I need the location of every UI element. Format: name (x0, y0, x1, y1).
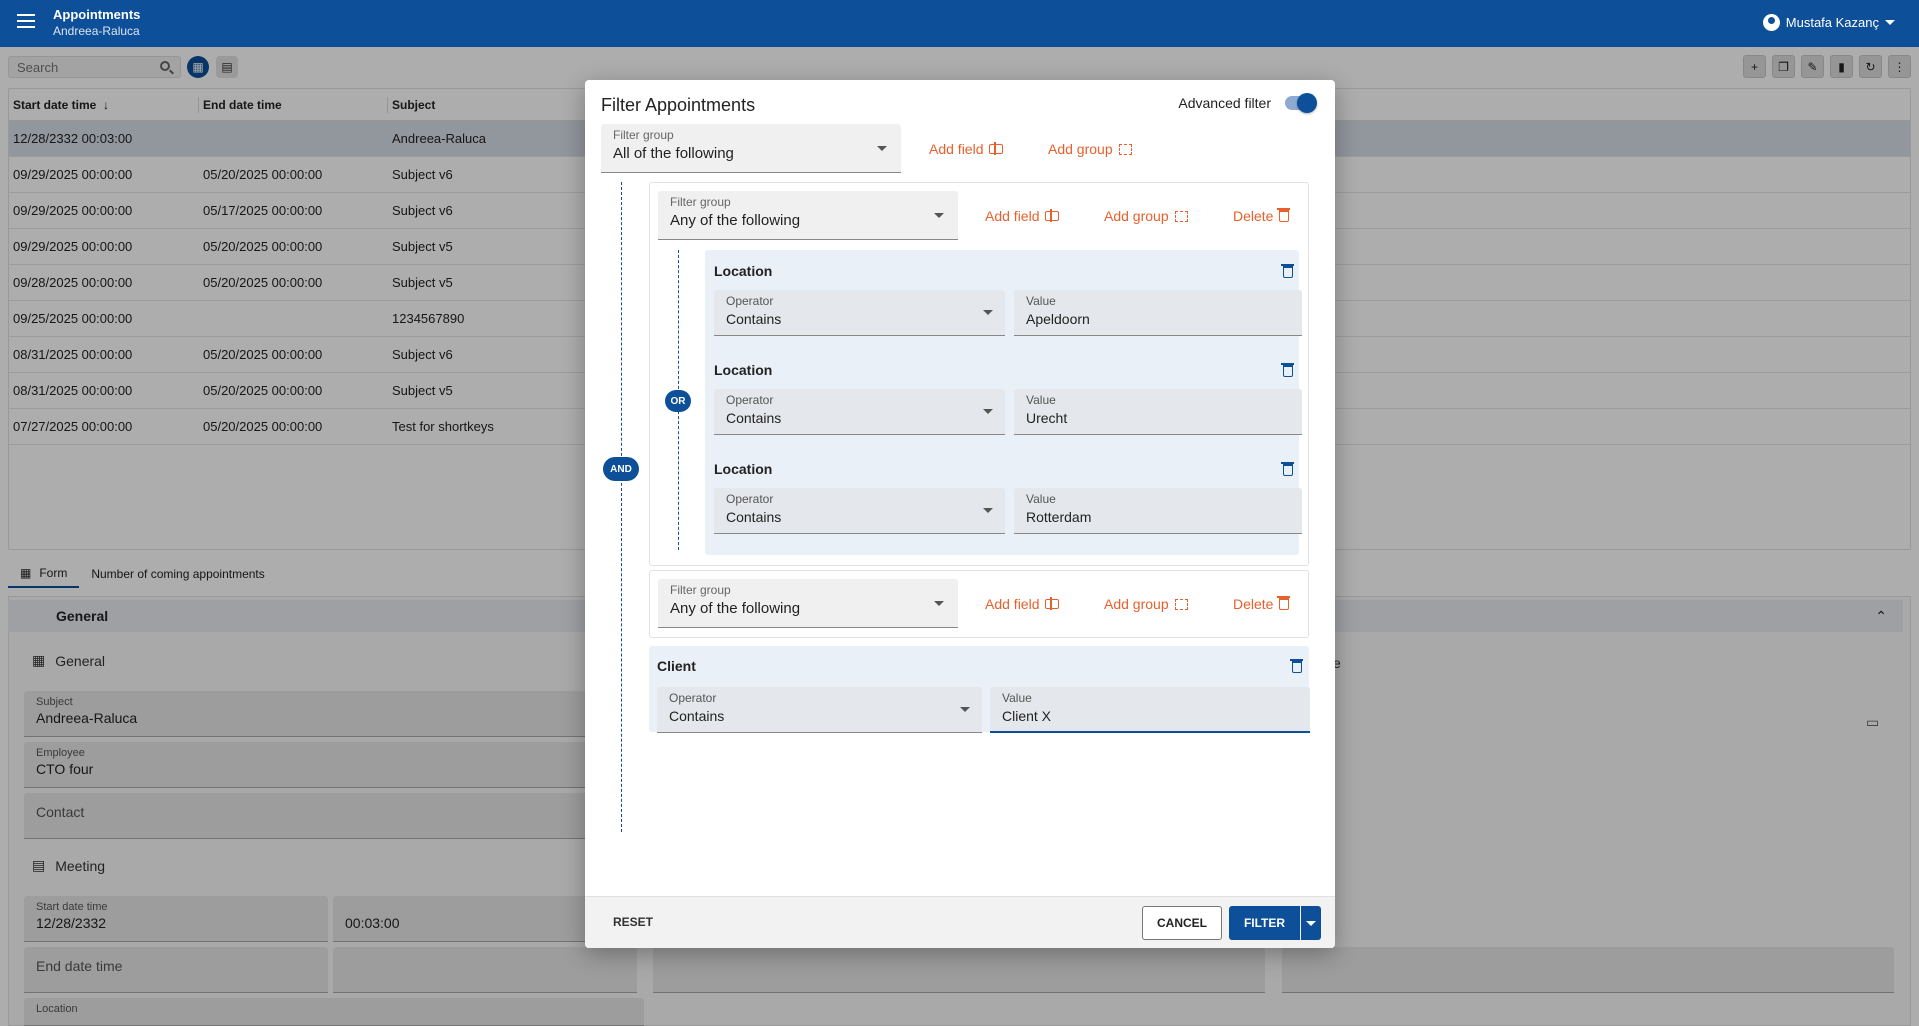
condition-field-name: Client (657, 658, 696, 674)
remove-condition-button[interactable] (1281, 462, 1294, 479)
group2-filter-select[interactable]: Filter group Any of the following (658, 579, 958, 628)
advanced-filter-toggle[interactable]: Advanced filter (1178, 93, 1317, 113)
value-input[interactable]: Value Apeldoorn (1014, 290, 1302, 336)
user-name: Mustafa Kazanç (1785, 15, 1879, 30)
operator-select[interactable]: Operator Contains (714, 389, 1005, 435)
trash-icon (1281, 363, 1294, 377)
value-input[interactable]: Value Urecht (1014, 389, 1302, 435)
chevron-down-icon (1885, 20, 1895, 25)
root-add-group-button[interactable]: Add group (1048, 141, 1132, 157)
operator-select[interactable]: Operator Contains (714, 488, 1005, 534)
add-group-icon (1174, 598, 1188, 610)
add-field-icon (1045, 597, 1060, 610)
remove-condition-button[interactable] (1281, 363, 1294, 380)
trash-icon (1277, 596, 1291, 610)
and-chip: AND (603, 457, 639, 481)
group1-add-group-button[interactable]: Add group (1104, 208, 1188, 224)
remove-condition-button[interactable] (1281, 264, 1294, 281)
dialog-footer: RESET CANCEL FILTER (585, 896, 1335, 948)
trash-icon (1281, 462, 1294, 476)
dropdown-arrow-icon (983, 409, 993, 414)
app-header: Appointments Andreea-Raluca Mustafa Kaza… (0, 0, 1919, 47)
dialog-title: Filter Appointments (601, 95, 756, 115)
toggle-switch[interactable] (1285, 93, 1317, 113)
menu-icon[interactable] (17, 14, 35, 28)
value-input[interactable]: Value Rotterdam (1014, 488, 1302, 534)
filter-dialog: Filter Appointments Advanced filter Filt… (585, 80, 1335, 948)
group1-filter-select[interactable]: Filter group Any of the following (658, 191, 958, 240)
condition-field-name: Location (714, 263, 773, 279)
dropdown-arrow-icon (983, 310, 993, 315)
account-icon (1762, 14, 1780, 31)
trash-icon (1281, 264, 1294, 278)
group2-delete-button[interactable]: Delete (1233, 596, 1291, 612)
add-group-icon (1174, 210, 1188, 222)
trash-icon (1290, 659, 1303, 673)
group2-add-group-button[interactable]: Add group (1104, 596, 1188, 612)
root-filter-group-select[interactable]: Filter group All of the following (601, 124, 901, 173)
app-title: Appointments (53, 7, 141, 22)
group2-add-field-button[interactable]: Add field (985, 596, 1060, 612)
condition-field-name: Location (714, 461, 773, 477)
value-text-input[interactable] (1002, 708, 1298, 724)
app-subtitle: Andreea-Raluca (53, 24, 140, 38)
or-chip: OR (665, 390, 691, 412)
cancel-button[interactable]: CANCEL (1142, 906, 1222, 940)
filter-button[interactable]: FILTER (1229, 906, 1300, 940)
dropdown-arrow-icon (877, 146, 887, 151)
and-connector-line (621, 182, 622, 832)
add-field-icon (989, 142, 1004, 155)
remove-condition-button[interactable] (1290, 659, 1303, 676)
group1-delete-button[interactable]: Delete (1233, 208, 1291, 224)
dropdown-arrow-icon (983, 508, 993, 513)
dropdown-arrow-icon (934, 213, 944, 218)
condition-field-name: Location (714, 362, 773, 378)
operator-select[interactable]: Operator Contains (657, 687, 982, 733)
operator-select[interactable]: Operator Contains (714, 290, 1005, 336)
root-add-field-button[interactable]: Add field (929, 141, 1004, 157)
dropdown-arrow-icon (934, 601, 944, 606)
reset-button[interactable]: RESET (613, 915, 653, 929)
chevron-down-icon (1306, 920, 1316, 926)
client-value-input[interactable]: Value (990, 687, 1310, 733)
add-field-icon (1045, 209, 1060, 222)
user-menu[interactable]: Mustafa Kazanç (1762, 14, 1895, 31)
trash-icon (1277, 208, 1291, 222)
filter-options-button[interactable] (1301, 906, 1321, 940)
add-group-icon (1118, 143, 1132, 155)
dropdown-arrow-icon (960, 707, 970, 712)
group1-add-field-button[interactable]: Add field (985, 208, 1060, 224)
